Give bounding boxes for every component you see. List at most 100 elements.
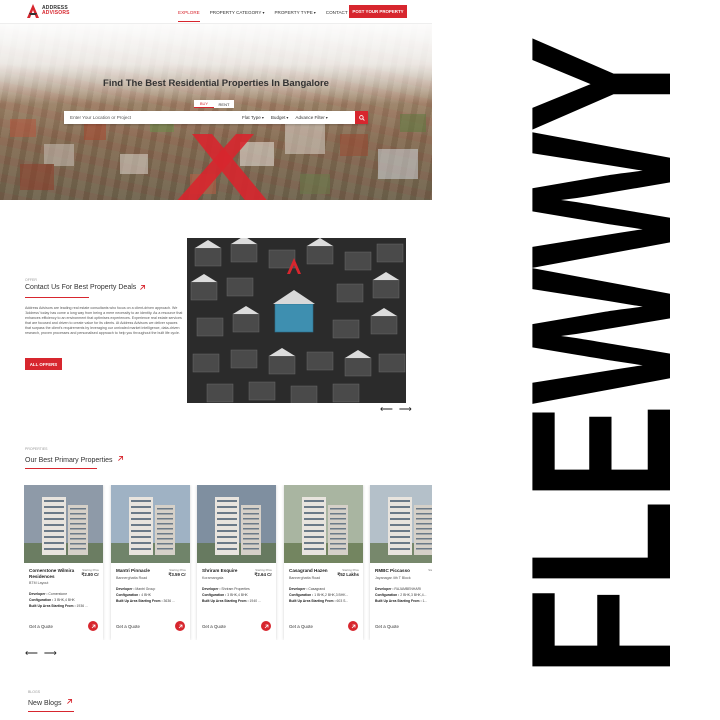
nav-item-label: CONTACT <box>325 9 348 15</box>
contact-heading: Contact Us For Best Property Deals <box>25 284 146 291</box>
nav-item-property-type[interactable]: PROPERTY TYPE ▾ <box>274 0 315 24</box>
card-arrow-button[interactable] <box>348 621 358 631</box>
arrow-left-icon[interactable]: ⟵ <box>380 404 393 415</box>
property-card[interactable]: Cornerstone Wilmira Residences BTM Layou… <box>24 485 103 640</box>
area-label: Built Up Area Starting From : <box>29 604 76 608</box>
advance-filter-dropdown[interactable]: Advance Filter ▾ <box>295 115 327 120</box>
property-card[interactable]: Mantri Pinnacle Bannerghatta Road Starti… <box>111 485 190 640</box>
hero-title: Find The Best Residential Properties In … <box>103 78 329 89</box>
nav-item-label: EXPLORE <box>178 9 200 15</box>
property-details: Shriram Esquire Koramangala Starting Pri… <box>197 563 276 603</box>
caret-down-icon: ▾ <box>262 9 265 15</box>
location-search-input[interactable] <box>64 111 242 124</box>
configuration-value: 2 BHK,3 BHK,4... <box>400 592 427 597</box>
hero-top-fade <box>0 24 432 104</box>
property-price: ₹3.59 Cr <box>168 572 186 577</box>
property-cards-carousel: Cornerstone Wilmira Residences BTM Layou… <box>24 485 432 640</box>
configuration-line: Configuration : 4 BHK <box>116 593 185 597</box>
contact-heading-text: Contact Us For Best Property Deals <box>25 284 137 291</box>
configuration-line: Configuration : 2 BHK,3 BHK,4... <box>375 593 432 597</box>
configuration-value: 3 BHK,4 BHK <box>227 592 248 597</box>
properties-carousel-arrows: ⟵ ⟶ <box>25 648 57 659</box>
area-line: Built Up Area Starting From : 603 S... <box>289 599 358 603</box>
advance-filter-label: Advance Filter <box>295 115 325 120</box>
property-photo <box>197 485 276 563</box>
configuration-label: Configuration : <box>29 598 54 602</box>
area-line: Built Up Area Starting From : 3636 ... <box>116 599 185 603</box>
property-name: Shriram Esquire <box>202 568 238 573</box>
budget-label: Budget <box>270 115 286 120</box>
get-quote-link[interactable]: Get a Quote <box>289 624 313 629</box>
search-button[interactable] <box>355 111 368 124</box>
caret-down-icon: ▾ <box>325 115 328 120</box>
post-property-button[interactable]: POST YOUR PROPERTY <box>349 5 407 18</box>
nav-item-contact[interactable]: CONTACT <box>326 0 348 24</box>
nav-item-explore[interactable]: EXPLORE <box>178 0 200 24</box>
contact-description: Address Advisors are leading real estate… <box>25 306 183 335</box>
site-header: ADDRESS ADVISORS EXPLORE PROPERTY CATEGOR… <box>0 0 432 24</box>
developer-value: Mantri Group <box>135 586 156 591</box>
hero-logo-watermark <box>177 134 267 200</box>
configuration-value: 1 BHK,2 BHK,3 BHK... <box>314 592 349 597</box>
developer-value: Casagrand <box>308 586 326 591</box>
website-screenshot: ADDRESS ADVISORS EXPLORE PROPERTY CATEGOR… <box>0 0 432 720</box>
configuration-line: Configuration : 3 BHK,4 BHK <box>202 593 271 597</box>
offers-carousel-arrows: ⟵ ⟶ <box>380 404 412 415</box>
area-line: Built Up Area Starting From : 1... <box>375 599 432 603</box>
tab-rent[interactable]: RENT <box>214 100 234 108</box>
caret-down-icon: ▾ <box>286 115 289 120</box>
configuration-value: 4 BHK <box>141 592 152 597</box>
properties-eyebrow: PROPERTIES <box>25 447 48 451</box>
developer-label: Developer : <box>202 586 221 591</box>
property-photo <box>370 485 432 563</box>
arrow-up-right-icon <box>140 284 146 290</box>
arrow-left-icon[interactable]: ⟵ <box>25 648 38 659</box>
developer-label: Developer : <box>375 586 394 591</box>
nav-item-property-category[interactable]: PROPERTY CATEGORY ▾ <box>210 0 265 24</box>
get-quote-link[interactable]: Get a Quote <box>29 624 53 629</box>
flewwy-brand-mark: FLEWWY <box>490 36 710 676</box>
building-image <box>24 485 103 563</box>
property-card[interactable]: Shriram Esquire Koramangala Starting Pri… <box>197 485 276 640</box>
blogs-heading: New Blogs <box>28 698 73 707</box>
area-label: Built Up Area Starting From : <box>375 598 422 603</box>
building-image <box>370 485 432 563</box>
flat-type-dropdown[interactable]: Flat Type ▾ <box>242 115 264 120</box>
area-value: 1936 ... <box>76 604 88 608</box>
area-line: Built Up Area Starting From : 1940 ... <box>202 599 271 603</box>
nav-item-label: PROPERTY TYPE <box>274 9 313 15</box>
arrow-right-icon[interactable]: ⟶ <box>44 648 57 659</box>
configuration-value: 3 BHK,4 BHK <box>54 598 75 602</box>
card-arrow-button[interactable] <box>175 621 185 631</box>
brand-text: FLEWWY <box>490 36 710 676</box>
logo[interactable]: ADDRESS ADVISORS <box>27 4 70 18</box>
caret-down-icon: ▾ <box>261 115 264 120</box>
property-card[interactable]: RMBC Piccasso Jayanagar 4th T Block Star… <box>370 485 432 640</box>
configuration-label: Configuration : <box>375 592 400 597</box>
developer-line: Developer : Shriram Properties <box>202 587 271 591</box>
property-price: ₹2.64 Cr <box>254 572 272 577</box>
configuration-line: Configuration : 1 BHK,2 BHK,3 BHK... <box>289 593 358 597</box>
budget-dropdown[interactable]: Budget ▾ <box>271 115 289 120</box>
tab-buy[interactable]: BUY <box>194 100 214 108</box>
developer-value: Cornerstone <box>48 592 68 596</box>
card-arrow-button[interactable] <box>261 621 271 631</box>
get-quote-link[interactable]: Get a Quote <box>375 624 399 629</box>
property-card[interactable]: Casagrand Hazen Bannerghatta Road Starti… <box>284 485 363 640</box>
get-quote-link[interactable]: Get a Quote <box>116 624 140 629</box>
get-quote-link[interactable]: Get a Quote <box>202 624 226 629</box>
all-offers-button[interactable]: ALL OFFERS <box>25 358 62 370</box>
card-footer: Get a Quote <box>116 621 185 631</box>
building-image <box>197 485 276 563</box>
property-price: ₹2.80 Cr <box>81 572 99 577</box>
card-footer: Get a Quote <box>202 621 271 631</box>
developer-value: Shriram Properties <box>221 586 250 591</box>
area-label: Built Up Area Starting From : <box>289 598 336 603</box>
arrow-up-right-icon <box>67 698 73 704</box>
card-arrow-button[interactable] <box>88 621 98 631</box>
search-icon <box>358 114 365 121</box>
card-footer: Get a Quote <box>29 621 98 631</box>
property-details: RMBC Piccasso Jayanagar 4th T Block Star… <box>370 563 432 603</box>
arrow-right-icon[interactable]: ⟶ <box>399 404 412 415</box>
property-details: Cornerstone Wilmira Residences BTM Layou… <box>24 563 103 608</box>
